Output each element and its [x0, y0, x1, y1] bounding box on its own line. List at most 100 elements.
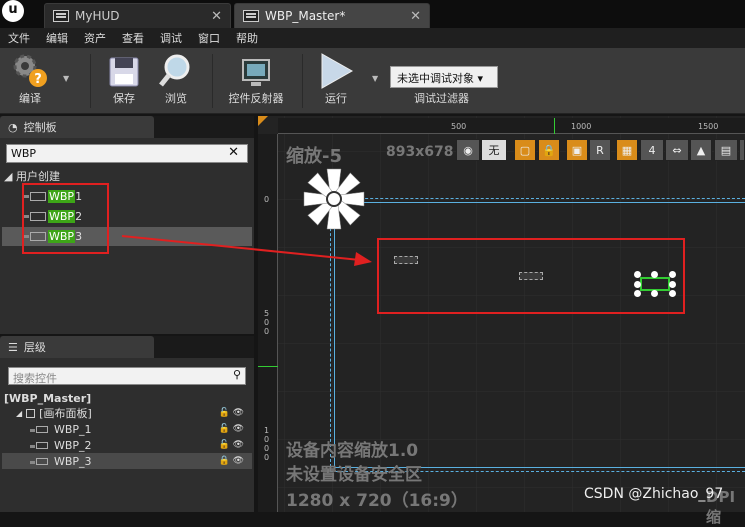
palette-header: ◔ 控制板 — [0, 116, 254, 138]
anchor-flower-icon[interactable] — [300, 166, 368, 232]
palette-icon: ◔ — [8, 120, 18, 134]
run-label: 运行 — [325, 92, 347, 105]
outline-icon[interactable]: ▢ — [514, 139, 536, 161]
hierarchy-icon: ☰ — [8, 340, 18, 354]
reflector-label: 控件反射器 — [228, 92, 284, 105]
ruler-label: 0 — [264, 195, 270, 204]
reflector-icon — [242, 59, 270, 86]
annotation-box-palette — [22, 183, 109, 254]
category-label: 用户创建 — [15, 170, 60, 183]
tab-myhud[interactable]: MyHUD ✕ — [44, 3, 231, 28]
annotation-box-canvas — [377, 238, 685, 314]
root-label: [WBP_Master] — [4, 391, 92, 405]
user-widget-icon — [30, 441, 48, 449]
browse-button[interactable]: 浏览 — [152, 50, 200, 112]
user-widget-icon — [30, 425, 48, 433]
compile-button[interactable]: ? 编译 — [6, 50, 54, 112]
widget-blueprint-icon — [243, 10, 259, 22]
more-icon[interactable] — [739, 139, 745, 161]
respect-locks-icon[interactable]: ▣ — [566, 139, 588, 161]
tab-label: WBP_Master* — [265, 9, 346, 23]
title-bar: u MyHUD ✕ WBP_Master* ✕ — [0, 0, 745, 28]
ruler-label: 0 — [264, 444, 270, 453]
play-icon — [321, 53, 354, 89]
lock-icon[interactable]: 🔓 — [219, 408, 230, 418]
close-icon[interactable]: ✕ — [211, 9, 222, 24]
tab-palette[interactable]: ◔ 控制板 — [0, 116, 154, 138]
ruler-label: 0 — [264, 318, 270, 327]
globe-icon[interactable]: ◉ — [456, 139, 480, 161]
eye-icon[interactable]: 👁 — [233, 456, 244, 466]
hierarchy-item-wbp-2[interactable]: WBP_2 🔓 👁 — [2, 437, 252, 453]
device-scale-info: 设备内容缩放1.0 — [286, 441, 419, 461]
divider — [212, 54, 213, 108]
grid-snap-icon[interactable]: ▦ — [616, 139, 638, 161]
save-button[interactable]: 保存 — [100, 50, 148, 112]
image-icon[interactable]: ▲ — [690, 139, 712, 161]
ruler-label: 0 — [264, 453, 270, 462]
search-icon: ⚲ — [232, 368, 241, 381]
resize-icon[interactable]: ⇔ — [665, 139, 689, 161]
run-button[interactable]: 运行 — [312, 50, 360, 112]
menu-view[interactable]: 查看 — [114, 30, 152, 46]
browse-label: 浏览 — [165, 92, 187, 105]
screen-size-info: 1280 x 720（16:9） — [286, 491, 468, 511]
ruler-marker — [258, 366, 278, 367]
layout-icon[interactable]: ▤ — [714, 139, 738, 161]
ruler-label: 1000 — [571, 122, 592, 131]
localize-none-button[interactable]: 无 — [481, 139, 507, 161]
ruler-label: 1500 — [698, 122, 719, 131]
lock-icon[interactable]: 🔒 — [219, 456, 230, 466]
floppy-disk-icon — [109, 57, 139, 87]
hierarchy-canvas-panel[interactable]: ◢ [画布面板] 🔓 👁 — [2, 405, 252, 421]
ruler-label: 0 — [264, 327, 270, 336]
widget-reflector-button[interactable]: 控件反射器 — [222, 50, 290, 112]
menu-debug[interactable]: 调试 — [152, 30, 190, 46]
item-label: WBP_1 — [54, 422, 92, 436]
hierarchy-title: 层级 — [23, 341, 46, 354]
grid-size-select[interactable]: 4 — [640, 139, 664, 161]
menu-bar: 文件 编辑 资产 查看 调试 窗口 帮助 — [0, 28, 745, 48]
magnifier-icon — [159, 54, 190, 87]
palette-search-input[interactable]: WBP ✕ — [6, 144, 248, 163]
debug-filter-label: 调试过滤器 — [414, 92, 469, 105]
hierarchy-search-input[interactable]: 搜索控件 ⚲ — [8, 367, 246, 385]
ruler-marker — [554, 118, 555, 134]
palette-title: 控制板 — [23, 121, 57, 134]
lock-icon[interactable]: 🔓 — [219, 424, 230, 434]
eye-icon[interactable]: 👁 — [233, 424, 244, 434]
chevron-down-icon[interactable]: ▼ — [63, 74, 69, 83]
clear-icon[interactable]: ✕ — [228, 145, 239, 160]
hierarchy-root[interactable]: [WBP_Master] — [2, 390, 252, 406]
widget-blueprint-icon — [53, 10, 69, 22]
palette-search-value: WBP — [11, 147, 37, 160]
menu-asset[interactable]: 资产 — [76, 30, 114, 46]
r-toggle-button[interactable]: R — [589, 139, 611, 161]
save-label: 保存 — [113, 92, 135, 105]
ruler-horizontal: 500 1000 1500 — [278, 118, 745, 134]
canvas-icon — [26, 408, 36, 418]
watermark: CSDN @Zhichao_97 — [584, 486, 724, 502]
menu-file[interactable]: 文件 — [0, 30, 38, 46]
tab-hierarchy[interactable]: ☰ 层级 — [0, 336, 154, 358]
eye-icon[interactable]: 👁 — [233, 440, 244, 450]
hierarchy-item-wbp-3[interactable]: WBP_3 🔒 👁 — [2, 453, 252, 469]
close-icon[interactable]: ✕ — [410, 9, 421, 24]
tab-label: MyHUD — [75, 9, 120, 23]
search-placeholder: 搜索控件 — [13, 372, 57, 385]
menu-window[interactable]: 窗口 — [190, 30, 228, 46]
debug-object-select[interactable]: 未选中调试对象 ▾ — [390, 66, 498, 88]
tab-wbp-master[interactable]: WBP_Master* ✕ — [234, 3, 430, 28]
category-user-created[interactable]: ◢ 用户创建 — [4, 168, 60, 184]
menu-help[interactable]: 帮助 — [228, 30, 266, 46]
toolbar: ? 编译 ▼ 保存 浏览 控件反射器 运行 ▼ — [0, 48, 745, 114]
unreal-logo-icon: u — [2, 0, 24, 22]
eye-icon[interactable]: 👁 — [233, 408, 244, 418]
chevron-down-icon[interactable]: ▼ — [372, 74, 378, 83]
hierarchy-item-wbp-1[interactable]: WBP_1 🔓 👁 — [2, 421, 252, 437]
menu-edit[interactable]: 编辑 — [38, 30, 76, 46]
svg-text:?: ? — [34, 72, 42, 87]
lock-icon[interactable]: 🔒 — [538, 139, 560, 161]
hierarchy-header: ☰ 层级 — [0, 336, 254, 358]
lock-icon[interactable]: 🔓 — [219, 440, 230, 450]
